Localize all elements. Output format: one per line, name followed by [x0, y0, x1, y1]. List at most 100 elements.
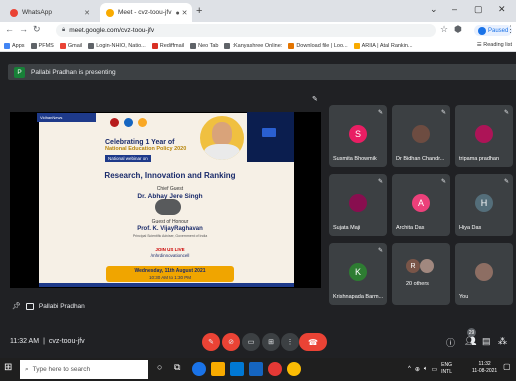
tab-search-icon[interactable]: ⌄	[430, 4, 438, 15]
close-icon[interactable]: ● ✕	[175, 9, 187, 17]
people-icon[interactable]: 👥︎	[465, 336, 476, 347]
minimize-icon[interactable]: –	[452, 4, 457, 14]
more-options-button[interactable]: ⋮	[281, 333, 299, 351]
lang-label: ENG	[441, 362, 452, 368]
apps-icon	[4, 42, 10, 49]
participant-tile[interactable]: ✎ A Archita Das	[392, 174, 450, 236]
slide-heading: Research, Innovation and Ranking	[104, 171, 236, 180]
address-bar[interactable]: 🔒︎ meet.google.com/cvz-toou-jfv	[56, 24, 436, 37]
extension-icon[interactable]: ⬢	[454, 24, 462, 35]
browser-menu-icon[interactable]: ⋮	[506, 24, 515, 35]
globe-icon	[88, 42, 95, 49]
mic-toggle-button[interactable]: ✎	[202, 333, 220, 351]
leave-call-button[interactable]: ☎︎	[299, 333, 327, 351]
close-window-icon[interactable]: ✕	[498, 4, 506, 15]
slide-date-box: Wednesday, 11th August 2021 10:30 AM to …	[106, 266, 234, 282]
reload-icon[interactable]: ↻	[33, 24, 41, 35]
volume-icon[interactable]: 🔈︎	[424, 366, 428, 373]
windows-start-icon[interactable]: ⊞	[4, 362, 12, 373]
participant-tile[interactable]: ✎ K Krishnapada Barm...	[329, 243, 387, 305]
slide-guest-of-honour-desc: Principal Scientific Adviser, Government…	[132, 234, 208, 238]
slide-guest-of-honour-label: Guest of Honour	[151, 219, 189, 225]
participant-tile[interactable]: ✎ Dr Bidhan Chandr...	[392, 105, 450, 167]
participant-tile[interactable]: R 20 others	[392, 243, 450, 305]
participant-tile[interactable]: ✎ tripama pradhan	[455, 105, 513, 167]
bookmark-gmail[interactable]: Gmail	[59, 42, 82, 49]
maximize-icon[interactable]: ▢	[474, 4, 483, 15]
bookmark-apps[interactable]: Apps	[4, 42, 25, 49]
more-vert-icon: ⋮	[286, 339, 294, 346]
rediff-icon	[151, 42, 158, 49]
task-view-icon[interactable]: ⧉	[174, 362, 188, 376]
mail-icon[interactable]	[249, 362, 263, 376]
tab-whatsapp[interactable]: WhatsApp ✕	[4, 3, 96, 22]
mic-off-icon: ✎	[440, 110, 446, 116]
slide-left-banner: VidhanNews	[37, 113, 96, 122]
captions-button[interactable]: ▭	[242, 333, 260, 351]
battery-icon[interactable]: ▭	[431, 366, 437, 373]
meeting-time: 11:32 AM	[10, 338, 40, 345]
participant-name: tripama pradhan	[459, 156, 500, 162]
present-button[interactable]: ⊞	[262, 333, 280, 351]
cortana-icon[interactable]: ○	[157, 362, 171, 376]
taskbar-clock[interactable]: 11:32 11-08-2021	[472, 361, 497, 375]
chevron-up-icon[interactable]: ^	[408, 366, 411, 372]
chrome-icon[interactable]	[287, 362, 301, 376]
taskbar-search[interactable]: ⌕ Type here to search	[20, 360, 148, 379]
slide-overlay-avatar	[155, 199, 181, 215]
bookmark-label: Login-NHIO, Natio...	[96, 42, 146, 49]
language-indicator[interactable]: ENG INTL	[441, 362, 452, 376]
stage-mic-off-icon: ✎	[312, 96, 318, 103]
camera-off-icon: ⊘	[228, 339, 234, 346]
slide-logos	[110, 118, 147, 127]
slide-chief-guest-label: Chief Guest	[156, 186, 184, 192]
search-placeholder: Type here to search	[32, 366, 91, 373]
reading-list-button[interactable]: ☰ Reading list	[477, 42, 512, 48]
store-icon[interactable]	[230, 362, 244, 376]
meeting-info-icon[interactable]: ⓘ	[446, 336, 455, 349]
screen-share-icon	[25, 302, 34, 310]
mic-off-icon: ✎	[377, 110, 383, 116]
back-icon[interactable]: ←	[5, 24, 14, 34]
bookmark-label: Neo Tab	[198, 42, 219, 49]
bookmark-label: :Kanyashree Online:	[232, 42, 283, 49]
avatar	[475, 263, 493, 281]
meeting-separator: |	[43, 338, 45, 345]
bookmark-pfms[interactable]: PFMS	[30, 42, 54, 49]
close-icon[interactable]: ✕	[84, 9, 90, 17]
bookmark-rediffmail[interactable]: Rediffmail	[151, 42, 184, 49]
mic-off-icon: ✎	[377, 179, 383, 185]
forward-icon[interactable]: →	[19, 24, 28, 34]
participant-tile[interactable]: ✎ H Hiya Das	[455, 174, 513, 236]
present-icon: ⊞	[268, 339, 274, 346]
file-explorer-icon[interactable]	[211, 362, 225, 376]
globe-icon	[190, 42, 197, 49]
network-icon[interactable]: ⊕	[415, 366, 420, 373]
bookmark-label: ARIIA | Atal Rankin...	[361, 42, 413, 49]
participant-tile[interactable]: ✎ S Susmita Bhowmik	[329, 105, 387, 167]
activities-icon[interactable]: ⁂	[498, 336, 507, 347]
slide-title-line1: Celebrating 1 Year of	[105, 139, 175, 146]
bookmark-download[interactable]: Download file | Loo...	[288, 42, 348, 49]
participant-name: You	[459, 294, 469, 300]
new-tab-button[interactable]: +	[196, 5, 202, 17]
self-tile[interactable]: You	[455, 243, 513, 305]
bookmark-neo-tab[interactable]: Neo Tab	[190, 42, 219, 49]
camera-toggle-button[interactable]: ⊘	[222, 333, 240, 351]
opera-icon[interactable]	[268, 362, 282, 376]
notification-icon[interactable]: ▢	[503, 362, 511, 371]
bookmark-ariia[interactable]: ARIIA | Atal Rankin...	[353, 42, 413, 49]
chat-icon[interactable]: ▤	[482, 336, 491, 347]
bookmark-nhio[interactable]: Login-NHIO, Natio...	[88, 42, 146, 49]
edge-icon[interactable]	[192, 362, 206, 376]
slide-title-line2: National Education Policy 2020	[105, 146, 187, 152]
tab-meet[interactable]: Meet - cvz-toou-jfv ● ✕	[100, 3, 192, 22]
bookmark-kanyashree[interactable]: :Kanyashree Online:	[224, 42, 283, 49]
tab-label: Meet - cvz-toou-jfv	[118, 9, 172, 16]
innovation-logo-icon	[138, 118, 147, 127]
participant-tile[interactable]: ✎ Sujata Maji	[329, 174, 387, 236]
presenting-banner: P Pallabi Pradhan is presenting	[8, 64, 516, 80]
address-text: meet.google.com/cvz-toou-jfv	[69, 27, 155, 34]
pin-icon[interactable]: 📌︎	[12, 302, 21, 310]
bookmark-star-icon[interactable]: ☆	[440, 24, 448, 35]
